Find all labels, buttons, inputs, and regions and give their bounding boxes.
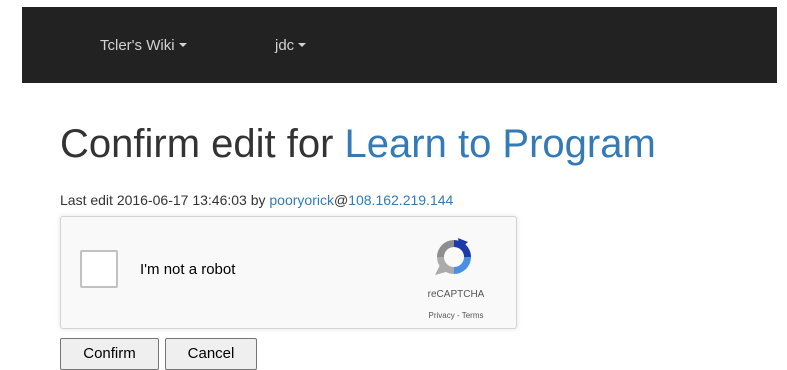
nav-user-label: jdc [275, 37, 295, 54]
page-title: Confirm edit for Learn to Program [60, 118, 656, 170]
links-separator: - [454, 311, 462, 320]
confirm-button[interactable]: Confirm [60, 338, 159, 370]
robot-checkbox-label: I'm not a robot [140, 261, 236, 278]
recaptcha-logo-icon [435, 238, 471, 275]
last-edit-prefix: Last edit 2016-06-17 13:46:03 by [60, 192, 270, 208]
at-sign: @ [333, 192, 349, 208]
robot-checkbox[interactable] [80, 250, 118, 288]
recaptcha-links: Privacy - Terms [416, 311, 496, 321]
caret-down-icon [178, 43, 187, 48]
cancel-button[interactable]: Cancel [165, 338, 257, 370]
top-navbar: Tcler's Wiki jdc [22, 7, 777, 83]
editor-ip-link[interactable]: 108.162.219.144 [348, 192, 453, 208]
recaptcha-brand-text: reCAPTCHA [427, 289, 485, 300]
title-prefix: Confirm edit for [60, 122, 345, 166]
page-link[interactable]: Learn to Program [345, 122, 656, 166]
terms-link[interactable]: Terms [462, 311, 484, 320]
last-edit-info: Last edit 2016-06-17 13:46:03 by pooryor… [60, 190, 453, 210]
recaptcha-widget: I'm not a robot reCAPTCHA Privacy - Term… [60, 216, 517, 329]
nav-wiki-label: Tcler's Wiki [100, 37, 175, 54]
nav-wiki-dropdown[interactable]: Tcler's Wiki [100, 35, 187, 59]
caret-down-icon [298, 43, 307, 48]
editor-user-link[interactable]: pooryorick [269, 192, 334, 208]
nav-user-dropdown[interactable]: jdc [275, 35, 307, 59]
privacy-link[interactable]: Privacy [429, 311, 455, 320]
page: Tcler's Wiki jdc Confirm edit for Learn … [0, 0, 787, 370]
